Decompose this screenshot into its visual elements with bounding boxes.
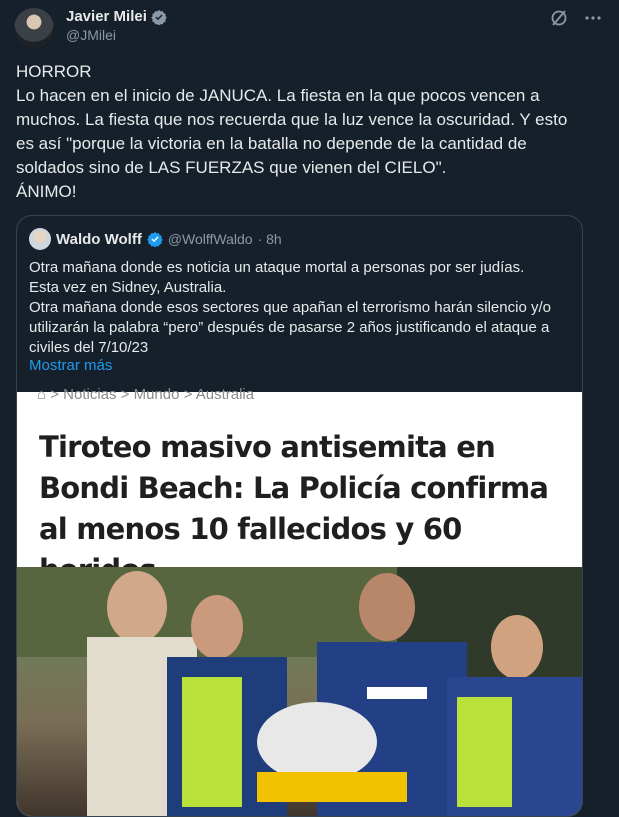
article-image[interactable]: ⌂ > Noticias > Mundo > Australia Tiroteo…: [17, 386, 582, 816]
photo-illustration: [17, 567, 582, 816]
quote-author-avatar: [29, 228, 51, 250]
news-photo: [17, 567, 582, 816]
verified-badge-icon: [151, 9, 167, 25]
show-more-link[interactable]: Mostrar más: [29, 357, 112, 374]
tweet-top-actions: [547, 6, 605, 30]
more-options-icon[interactable]: [581, 6, 605, 30]
quote-text: Otra mañana donde es noticia un ataque m…: [29, 259, 551, 356]
tweet-text: HORROR Lo hacen en el inicio de JANUCA. …: [16, 62, 568, 201]
author-avatar[interactable]: [14, 8, 54, 48]
tweet: Javier Milei @JMilei HORROR Lo hacen en …: [0, 0, 619, 817]
author-handle[interactable]: @JMilei: [66, 27, 116, 43]
quote-author-name: Waldo Wolff: [56, 230, 142, 248]
grok-icon[interactable]: [547, 6, 571, 30]
quoted-tweet[interactable]: Waldo Wolff @WolffWaldo · 8h Otra mañana…: [16, 215, 583, 817]
author-name[interactable]: Javier Milei: [66, 8, 147, 25]
verified-badge-icon: [147, 232, 163, 247]
quote-author-handle: @WolffWaldo: [167, 231, 253, 247]
quote-time: · 8h: [257, 231, 282, 247]
quote-header: Waldo Wolff @WolffWaldo · 8h: [29, 228, 282, 250]
author-name-row: Javier Milei: [66, 8, 167, 25]
article-breadcrumb: ⌂ > Noticias > Mundo > Australia: [37, 386, 255, 403]
